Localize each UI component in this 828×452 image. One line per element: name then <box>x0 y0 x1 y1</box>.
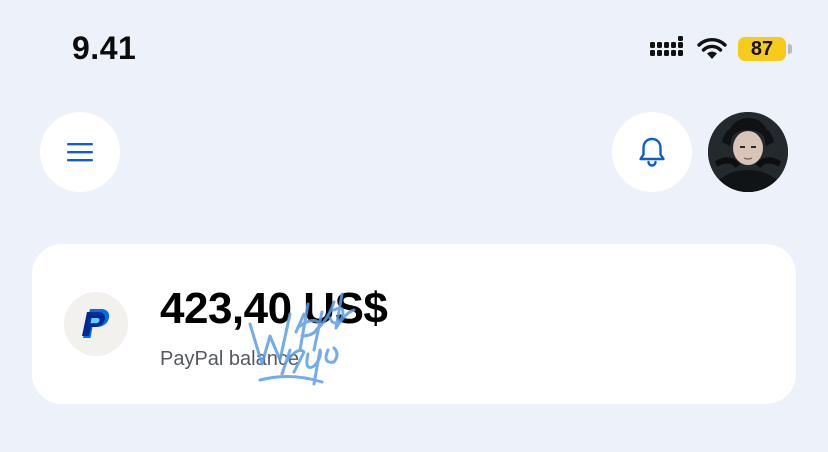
paypal-p-glyph <box>82 309 110 338</box>
status-time: 9.41 <box>72 30 137 66</box>
hamburger-menu-icon <box>67 143 93 162</box>
bell-icon <box>639 137 665 167</box>
battery-cap <box>788 44 792 54</box>
balance-label: PayPal balance <box>160 348 299 370</box>
balance-amount: 423,40 US$ <box>160 284 388 333</box>
avatar-photo <box>708 112 788 192</box>
paypal-logo-icon <box>64 292 128 356</box>
notifications-button[interactable] <box>612 112 692 192</box>
menu-button[interactable] <box>40 112 120 192</box>
battery-percent: 87 <box>750 37 774 60</box>
paypal-home-screen: 9.41 87 423,40 US$ PayPal balance <box>0 0 828 452</box>
status-icons: 87 <box>650 34 792 64</box>
cellular-signal-icon <box>650 36 683 56</box>
wifi-icon <box>697 38 727 59</box>
battery-icon: 87 <box>738 37 786 61</box>
balance-card[interactable]: 423,40 US$ PayPal balance <box>32 244 796 404</box>
profile-avatar[interactable] <box>708 112 788 192</box>
